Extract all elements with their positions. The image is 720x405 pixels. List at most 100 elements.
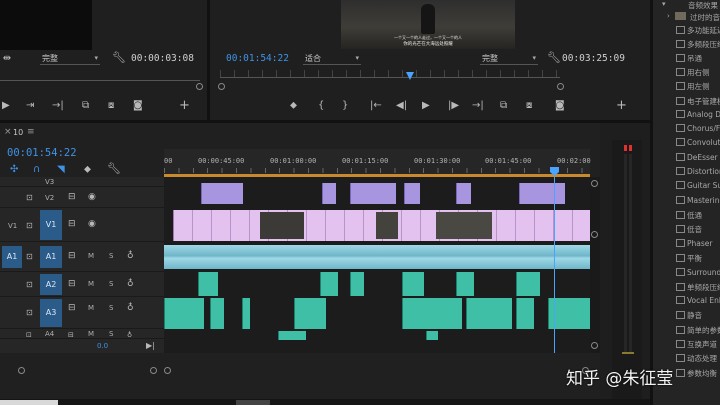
marker-icon[interactable]: ⬥ bbox=[84, 164, 91, 176]
overwrite-icon[interactable]: ⧇ bbox=[108, 100, 114, 112]
effect-item[interactable]: Phaser bbox=[676, 239, 720, 254]
sequence-tab[interactable]: 10 bbox=[13, 128, 23, 137]
effect-item[interactable]: 多频段压缩器 bbox=[676, 39, 720, 54]
effect-item[interactable]: 低通 bbox=[676, 210, 720, 225]
wrench-icon[interactable]: 🔧︎ bbox=[107, 163, 121, 175]
effect-item[interactable]: Mastering bbox=[676, 196, 720, 211]
program-scrub-end[interactable] bbox=[557, 83, 564, 90]
source-patch-v1[interactable]: V1 bbox=[8, 222, 17, 230]
step-back-icon[interactable]: ◀| bbox=[396, 100, 407, 112]
program-scrub-start[interactable] bbox=[218, 83, 225, 90]
scroll-knob-mid[interactable] bbox=[591, 231, 598, 238]
program-ruler[interactable] bbox=[220, 70, 560, 78]
play-icon[interactable]: ▶ bbox=[422, 100, 430, 112]
source-scrub-bar[interactable] bbox=[0, 80, 200, 81]
header-scroll-right[interactable] bbox=[150, 367, 157, 374]
go-to-end-icon[interactable]: ▶| bbox=[146, 340, 155, 352]
sync-lock-icon[interactable]: ⊟ bbox=[68, 250, 76, 262]
close-sequence-icon[interactable]: × bbox=[4, 127, 12, 137]
time-ruler[interactable]: 00 00:00:45:00 00:01:00:00 00:01:15:00 0… bbox=[164, 149, 591, 177]
a3-audio-clip[interactable] bbox=[164, 298, 204, 329]
camera-icon[interactable]: ◙ bbox=[555, 100, 565, 112]
a3-audio-clip[interactable] bbox=[210, 298, 224, 329]
wrench-icon[interactable]: 🔧︎ bbox=[547, 52, 561, 64]
panel-menu-icon[interactable]: ≡ bbox=[27, 127, 35, 137]
effect-item[interactable]: 单频段压缩器 bbox=[676, 282, 720, 297]
effect-item[interactable]: Distortion bbox=[676, 167, 720, 182]
effect-item[interactable]: 参数均衡 bbox=[676, 368, 720, 383]
effect-item[interactable]: Convolution bbox=[676, 138, 720, 153]
snap-icon[interactable]: ✣ bbox=[10, 164, 18, 176]
effect-item[interactable]: Chorus/Flanger bbox=[676, 124, 720, 139]
effect-item[interactable]: Surround Reverb bbox=[676, 268, 720, 283]
vertical-scrollbar[interactable] bbox=[590, 177, 600, 353]
effect-item[interactable]: Analog Delay bbox=[676, 110, 720, 125]
program-playhead-timecode[interactable]: 00:01:54:22 bbox=[226, 53, 289, 64]
a3-audio-clip[interactable] bbox=[294, 298, 326, 329]
source-patch-a1[interactable]: A1 bbox=[2, 246, 22, 268]
go-to-out-icon[interactable]: →| bbox=[472, 100, 484, 112]
mark-in-icon[interactable]: { bbox=[318, 100, 324, 112]
effect-item[interactable]: 吊通 bbox=[676, 53, 720, 68]
a2-audio-clip[interactable] bbox=[350, 272, 364, 296]
v2-clip[interactable] bbox=[456, 183, 471, 204]
v1-thumbnail[interactable] bbox=[436, 212, 492, 239]
folder-arrow-icon[interactable]: › bbox=[667, 12, 670, 20]
mute-button[interactable]: M bbox=[88, 252, 94, 260]
master-volume-value[interactable]: 0.0 bbox=[97, 342, 108, 350]
effect-item[interactable]: 简单的参数均衡 bbox=[676, 325, 720, 340]
v2-clip[interactable] bbox=[350, 183, 396, 204]
add-marker-icon[interactable]: ⬥ bbox=[290, 100, 297, 112]
program-zoom-dropdown[interactable]: 适合 ▾ bbox=[303, 53, 361, 65]
v2-clip[interactable] bbox=[201, 183, 243, 204]
sync-lock-icon[interactable]: ⊟ bbox=[68, 218, 76, 230]
effect-item[interactable]: 互换声道 bbox=[676, 339, 720, 354]
solo-button[interactable]: S bbox=[109, 252, 113, 260]
insert-icon[interactable]: ⧉ bbox=[82, 100, 89, 112]
wrench-icon[interactable]: 🔧︎ bbox=[112, 52, 126, 64]
lock-icon[interactable]: ⊡ bbox=[26, 251, 33, 263]
step-forward-icon[interactable]: |▶ bbox=[448, 100, 459, 112]
source-fit-dropdown[interactable]: 完整 ▾ bbox=[40, 53, 100, 65]
source-scrub-end[interactable] bbox=[196, 83, 203, 90]
effect-item[interactable]: Guitar Suite bbox=[676, 181, 720, 196]
zoom-handle-left[interactable] bbox=[164, 367, 171, 374]
linked-selection-icon[interactable]: ∩ bbox=[33, 164, 40, 176]
lock-icon[interactable]: ⊡ bbox=[26, 279, 33, 291]
go-to-out-icon[interactable]: →| bbox=[52, 100, 64, 112]
v1-thumbnail[interactable] bbox=[260, 212, 304, 239]
a2-audio-clip[interactable] bbox=[320, 272, 338, 296]
program-quality-dropdown[interactable]: 完整 ▾ bbox=[480, 53, 538, 65]
bottom-scroll-thumb[interactable] bbox=[236, 400, 270, 405]
effect-item[interactable]: DeEsser bbox=[676, 153, 720, 168]
effect-item[interactable]: 动态处理 bbox=[676, 353, 720, 368]
timeline-timecode[interactable]: 00:01:54:22 bbox=[7, 147, 77, 159]
a1-audio-clip[interactable] bbox=[164, 245, 590, 269]
a3-audio-clip[interactable] bbox=[516, 298, 534, 329]
effect-item[interactable]: 多功能延迟 bbox=[676, 25, 720, 40]
effect-item[interactable]: 平衡 bbox=[676, 253, 720, 268]
microphone-icon[interactable]: ♁ bbox=[127, 250, 134, 262]
microphone-icon[interactable]: ♁ bbox=[127, 302, 134, 314]
add-button-icon[interactable]: + bbox=[616, 99, 627, 112]
lift-icon[interactable]: ⧉ bbox=[500, 100, 507, 112]
a3-audio-clip[interactable] bbox=[466, 298, 512, 329]
a3-audio-clip[interactable] bbox=[402, 298, 462, 329]
playhead-line[interactable] bbox=[554, 177, 555, 353]
v2-clip[interactable] bbox=[322, 183, 336, 204]
camera-icon[interactable]: ◙ bbox=[133, 100, 143, 112]
a2-audio-clip[interactable] bbox=[516, 272, 540, 296]
a2-audio-clip[interactable] bbox=[198, 272, 218, 296]
step-forward-icon[interactable]: ⇥ bbox=[26, 100, 34, 112]
solo-button[interactable]: S bbox=[109, 304, 113, 312]
solo-button[interactable]: S bbox=[109, 330, 113, 338]
effect-item[interactable]: 低音 bbox=[676, 224, 720, 239]
lock-icon[interactable]: ⊡ bbox=[26, 192, 33, 204]
a2-audio-clip[interactable] bbox=[456, 272, 474, 296]
microphone-icon[interactable]: ♁ bbox=[127, 278, 134, 290]
expand-arrow-icon[interactable]: ▾ bbox=[662, 0, 666, 8]
track-target-v1[interactable]: V1 bbox=[40, 210, 62, 240]
add-button-icon[interactable]: + bbox=[179, 99, 190, 112]
scroll-knob-top[interactable] bbox=[591, 180, 598, 187]
horizontal-scrollbar[interactable] bbox=[164, 367, 590, 375]
